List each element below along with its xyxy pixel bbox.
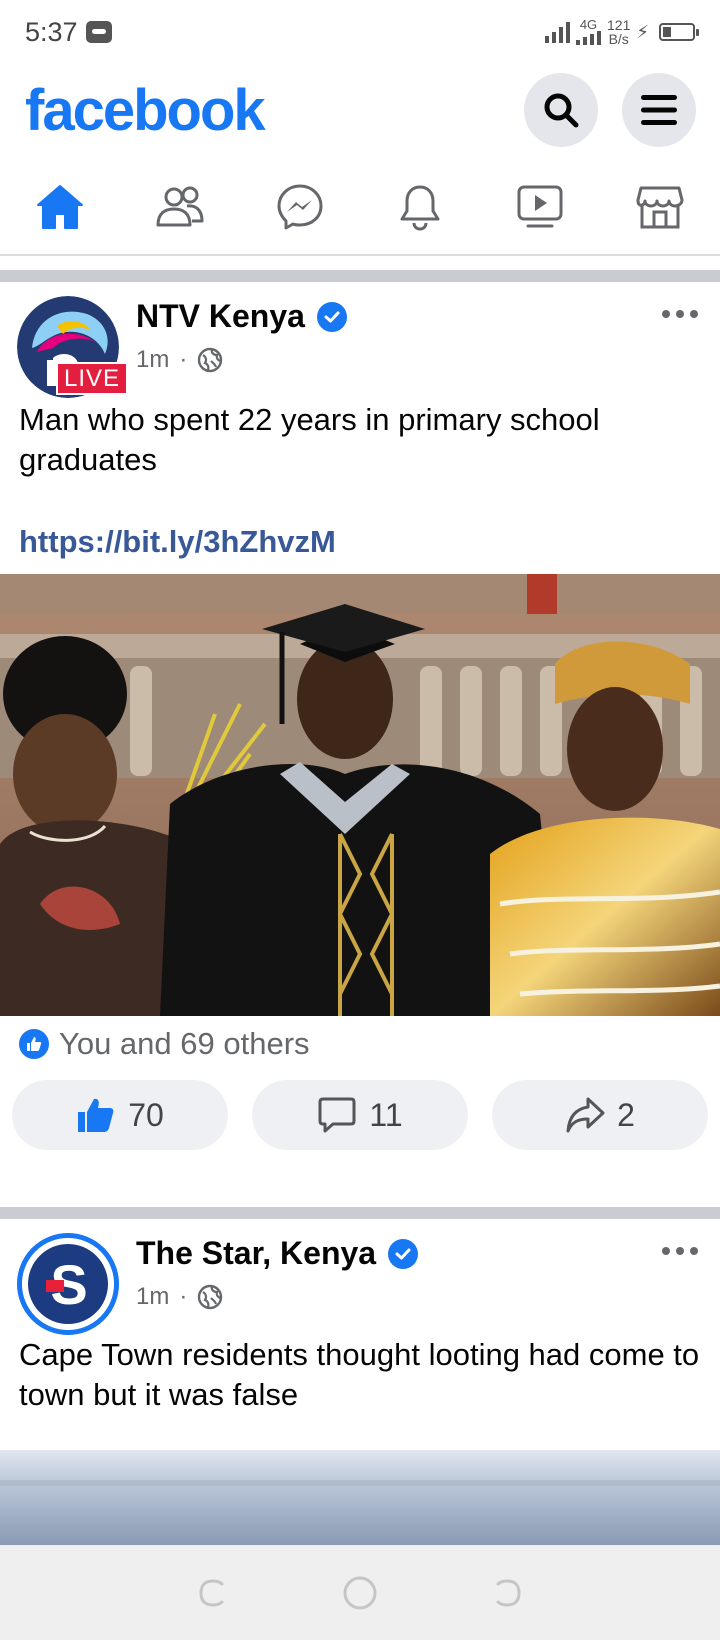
feed-post: LIVE NTV Kenya 1m · Man who spent 22 yea… [0,282,720,1207]
page-name-text[interactable]: The Star, Kenya [136,1235,376,1272]
tab-friends[interactable] [120,160,240,254]
page-avatar[interactable]: S [17,1233,119,1335]
post-meta: 1m · [136,346,223,374]
post-meta: 1m · [136,1283,223,1311]
tab-bar [0,160,720,256]
globe-icon [198,347,223,373]
status-indicators: 4G 121 B/s ⚡ [545,17,699,46]
feed-divider [0,270,720,282]
share-count: 2 [617,1096,635,1133]
comment-count: 11 [369,1096,403,1133]
like-count: 70 [128,1096,164,1133]
page-name[interactable]: NTV Kenya [136,298,347,335]
tab-home[interactable] [0,160,120,254]
verified-badge-icon [316,301,347,332]
comment-button[interactable]: 11 [252,1080,468,1150]
more-options-button[interactable] [662,310,698,318]
home-nav-icon[interactable] [342,1575,378,1611]
gamepad-icon [85,21,112,43]
post-header: LIVE NTV Kenya 1m · [0,282,720,398]
seascape-photo [0,1450,720,1545]
page-name[interactable]: The Star, Kenya [136,1235,419,1272]
net-speed-unit: B/s [608,31,629,47]
status-time: 5:37 [25,16,78,47]
tab-notifications[interactable] [360,160,480,254]
post-header: S The Star, Kenya 1m · [0,1219,720,1335]
post-photo[interactable] [0,574,720,1016]
post-link[interactable]: https://bit.ly/3hZhvzM [0,524,720,560]
battery-icon [659,23,699,41]
messenger-icon [277,184,323,230]
reaction-summary-text: You and 69 others [59,1026,310,1061]
charging-icon: ⚡ [636,21,649,42]
meta-separator: · [179,1283,188,1310]
friends-icon [156,186,204,227]
feed-divider [0,1207,720,1219]
marketplace-icon [636,186,684,229]
hamburger-icon [641,95,677,125]
like-button[interactable]: 70 [12,1080,228,1150]
net-speed: 121 B/s [607,18,630,46]
network-indicator: 4G [576,17,601,45]
signal-icon-2 [576,31,601,45]
header-actions [524,73,696,147]
tab-marketplace[interactable] [600,160,720,254]
recent-apps-icon[interactable] [196,1576,230,1610]
system-nav-bar [0,1545,720,1640]
bell-icon [400,185,440,231]
tab-watch[interactable] [480,160,600,254]
thumbs-up-icon [78,1098,114,1132]
meta-separator: · [179,346,188,373]
like-reaction-icon [17,1027,51,1061]
video-icon [517,185,563,228]
share-icon [566,1097,605,1133]
status-bar: 5:37 4G 121 B/s ⚡ [0,0,720,64]
app-header: facebook [0,64,720,156]
net-speed-value: 121 [607,17,631,33]
menu-button[interactable] [622,73,696,147]
graduation-photo [0,574,720,1016]
page-name-text[interactable]: NTV Kenya [136,298,305,335]
post-actions: 70 11 2 [0,1080,720,1150]
live-badge: LIVE [56,362,129,395]
home-icon [37,185,83,229]
search-icon [544,93,579,128]
network-label: 4G [579,17,598,32]
reaction-summary[interactable]: You and 69 others [0,1016,720,1072]
tab-messenger[interactable] [240,160,360,254]
feed-post: S The Star, Kenya 1m · Cape Town residen… [0,1219,720,1545]
signal-icon [545,21,570,43]
post-text: Cape Town residents thought looting had … [19,1337,700,1412]
post-photo[interactable] [0,1450,720,1545]
verified-badge-icon [388,1238,419,1269]
post-time[interactable]: 1m [136,1283,169,1311]
search-button[interactable] [524,73,598,147]
back-icon[interactable] [490,1576,524,1610]
facebook-logo[interactable]: facebook [25,77,266,144]
share-button[interactable]: 2 [492,1080,708,1150]
the-star-logo-icon: S [22,1238,114,1330]
post-text: Man who spent 22 years in primary school… [19,402,600,477]
globe-icon [198,1284,223,1310]
comment-icon [318,1097,356,1133]
more-options-button[interactable] [662,1247,698,1255]
post-time[interactable]: 1m [136,346,169,374]
